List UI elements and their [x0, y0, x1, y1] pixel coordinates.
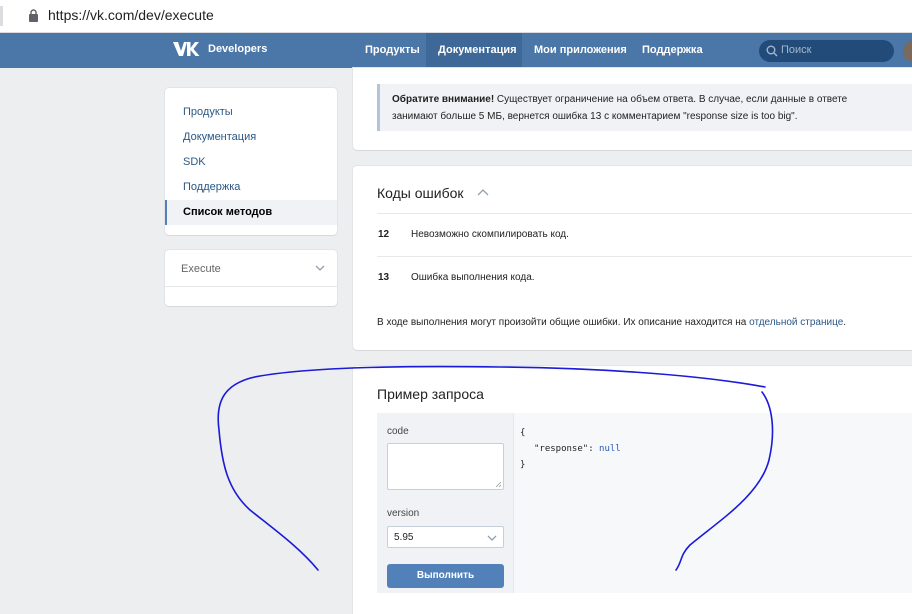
response-value: null [599, 444, 621, 454]
avatar[interactable] [903, 40, 912, 62]
search-input[interactable]: Поиск [759, 40, 894, 62]
version-value: 5.95 [394, 532, 414, 543]
chevron-up-icon[interactable] [477, 188, 489, 196]
error-codes-title[interactable]: Коды ошибок [377, 185, 464, 201]
vk-developers-logo[interactable]: Developers [172, 40, 267, 58]
error-code: 13 [378, 272, 390, 283]
errors-note-suffix: . [843, 317, 847, 328]
nav-my-apps[interactable]: Мои приложения [522, 33, 639, 68]
request-example-card: Пример запроса code version 5.95 Выполни… [353, 366, 912, 614]
code-label: code [387, 426, 409, 437]
search-placeholder: Поиск [781, 44, 812, 56]
error-code: 12 [378, 229, 390, 240]
version-label: version [387, 508, 420, 519]
browser-frame-edge [0, 6, 3, 26]
error-desc: Невозможно скомпилировать код. [411, 229, 569, 240]
vk-logo-icon [173, 42, 200, 56]
errors-note: В ходе выполнения могут произойти общие … [377, 317, 846, 328]
response-open-brace: { [520, 428, 526, 438]
lock-icon [29, 9, 38, 22]
error-codes-card: Коды ошибок 12 Невозможно скомпилировать… [353, 166, 912, 350]
error-desc: Ошибка выполнения кода. [411, 272, 535, 283]
nav-products[interactable]: Продукты [353, 33, 432, 68]
execute-button[interactable]: Выполнить [387, 564, 504, 588]
notice-bold: Обратите внимание! [392, 94, 495, 105]
sidebar-item-sdk[interactable]: SDK [165, 150, 337, 175]
nav-support[interactable]: Поддержка [630, 33, 715, 68]
left-menu: Продукты Документация SDK Поддержка Спис… [165, 88, 337, 235]
chevron-down-icon [315, 265, 325, 271]
browser-address-bar: https://vk.com/dev/execute [0, 0, 912, 33]
nav-documentation[interactable]: Документация [426, 33, 522, 68]
response-output: { "response": null } [514, 413, 912, 593]
code-textarea[interactable] [387, 443, 504, 490]
response-key: "response" [534, 444, 589, 454]
notice-text-1: Существует ограничение на объем ответа. … [494, 94, 848, 105]
request-example-title: Пример запроса [377, 386, 484, 402]
sidebar-item-support[interactable]: Поддержка [165, 175, 337, 200]
response-colon: : [588, 444, 600, 454]
method-select[interactable]: Execute [165, 250, 337, 287]
errors-note-link[interactable]: отдельной странице [749, 317, 843, 328]
search-icon [766, 45, 778, 57]
notice-text-2: занимают больше 5 МБ, вернется ошибка 13… [392, 111, 798, 122]
sidebar-item-method-list[interactable]: Список методов [165, 200, 337, 225]
errors-note-text: В ходе выполнения могут произойти общие … [377, 317, 750, 328]
error-row: 13 Ошибка выполнения кода. [377, 256, 912, 299]
version-select[interactable]: 5.95 [387, 526, 504, 548]
response-line: "response": null [520, 441, 912, 457]
url-text[interactable]: https://vk.com/dev/execute [48, 7, 214, 23]
resize-grip-icon[interactable] [494, 480, 502, 488]
sidebar-item-products[interactable]: Продукты [165, 100, 337, 125]
method-select-value: Execute [181, 263, 221, 275]
error-row: 12 Невозможно скомпилировать код. [377, 213, 912, 256]
chevron-down-icon [487, 535, 497, 541]
response-close-brace: } [520, 460, 526, 470]
top-header: Developers Продукты Документация Мои при… [0, 33, 912, 68]
request-form: code version 5.95 Выполнить [377, 413, 514, 593]
method-select-box: Execute [165, 250, 337, 306]
notice-box: Обратите внимание! Существует ограничени… [377, 84, 912, 131]
sidebar-item-documentation[interactable]: Документация [165, 125, 337, 150]
brand-text: Developers [208, 43, 268, 55]
notice-card: Обратите внимание! Существует ограничени… [353, 68, 912, 150]
